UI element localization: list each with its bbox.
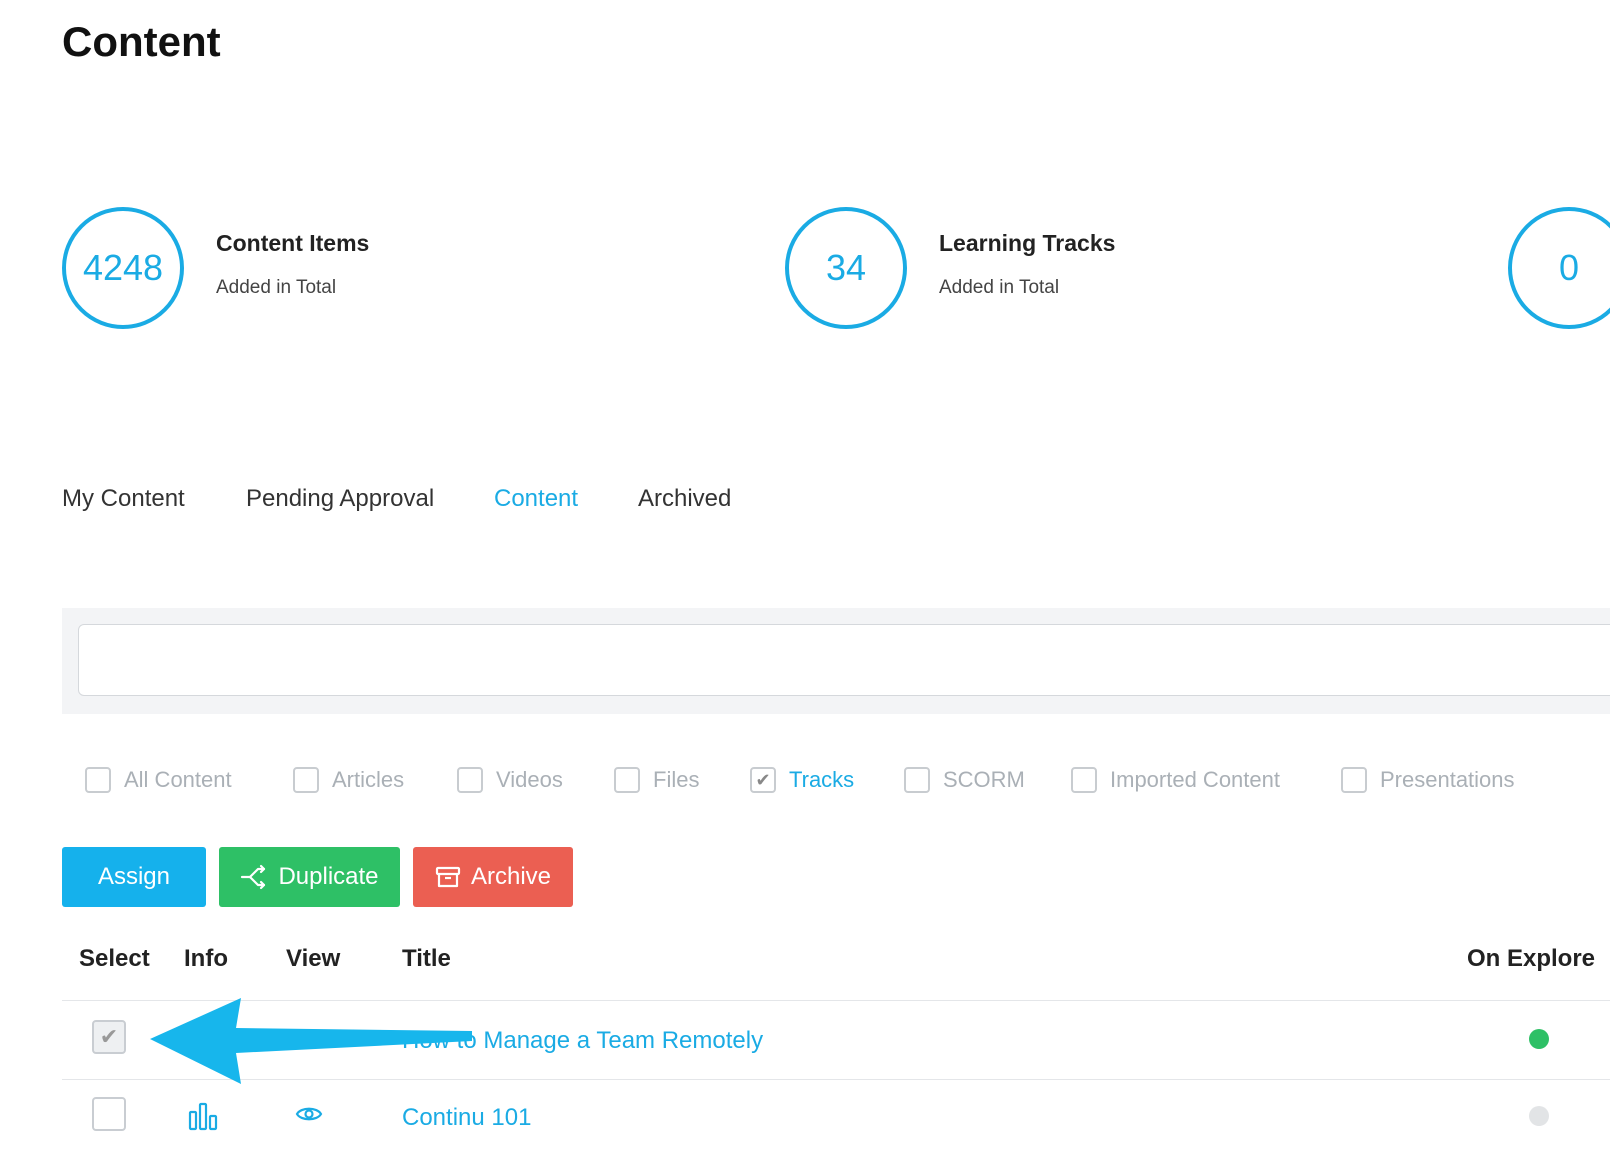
learning-tracks-title: Learning Tracks (939, 230, 1116, 256)
tab-content[interactable]: Content (494, 485, 578, 513)
learning-tracks-count: 34 (785, 207, 907, 329)
filter-checkbox[interactable] (293, 767, 319, 793)
archive-icon (435, 866, 461, 888)
assign-button[interactable]: Assign (62, 847, 206, 907)
filter-checkbox[interactable]: ✔ (750, 767, 776, 793)
filter-checkbox[interactable] (614, 767, 640, 793)
filter-articles[interactable]: Articles (293, 767, 404, 793)
content-items-subtitle: Added in Total (216, 277, 337, 298)
filter-label: Tracks (789, 767, 855, 792)
filter-checkbox[interactable] (1071, 767, 1097, 793)
filter-checkbox[interactable] (457, 767, 483, 793)
column-header-select: Select (79, 945, 150, 972)
filter-label: Articles (332, 767, 405, 792)
filter-checkbox[interactable] (1341, 767, 1367, 793)
column-header-info: Info (184, 945, 228, 972)
page-title: Content (62, 18, 221, 65)
filter-label: Presentations (1380, 767, 1515, 792)
row-select-checkbox[interactable]: ✔ (92, 1020, 126, 1054)
table-row: Continu 101 (62, 1080, 1610, 1156)
content-items-count: 4248 (62, 207, 184, 329)
filter-scorm[interactable]: SCORM (904, 767, 1025, 793)
tab-pending-approval[interactable]: Pending Approval (246, 485, 434, 513)
filter-label: Imported Content (1110, 767, 1280, 792)
filter-checkbox[interactable] (904, 767, 930, 793)
search-input[interactable] (78, 624, 1610, 696)
duplicate-label: Duplicate (278, 863, 379, 890)
filter-imported-content[interactable]: Imported Content (1071, 767, 1280, 793)
filter-label: Videos (496, 767, 563, 792)
filter-all-content[interactable]: All Content (85, 767, 232, 793)
duplicate-button[interactable]: Duplicate (219, 847, 400, 907)
row-select-checkbox[interactable] (92, 1097, 126, 1131)
annotation-arrow-icon (150, 998, 472, 1084)
on-explore-status-dot (1529, 1029, 1549, 1049)
checkmark-icon: ✔ (99, 1024, 119, 1049)
tab-archived[interactable]: Archived (638, 485, 731, 513)
filter-checkbox[interactable] (85, 767, 111, 793)
column-header-on-explore: On Explore (1467, 945, 1596, 972)
assign-label: Assign (97, 863, 171, 890)
checkmark-icon: ✔ (755, 769, 771, 790)
filter-label: Files (653, 767, 700, 792)
tab-my-content[interactable]: My Content (62, 485, 185, 513)
filter-tracks[interactable]: ✔ Tracks (750, 767, 854, 793)
duplicate-icon (241, 864, 266, 890)
archive-label: Archive (470, 863, 552, 890)
filter-videos[interactable]: Videos (457, 767, 563, 793)
on-explore-status-dot (1529, 1106, 1549, 1126)
learning-tracks-subtitle: Added in Total (939, 277, 1060, 298)
row-title-link[interactable]: Continu 101 (402, 1104, 531, 1132)
content-items-title: Content Items (216, 230, 370, 256)
filter-label: All Content (124, 767, 232, 792)
filter-label: SCORM (943, 767, 1025, 792)
analytics-icon[interactable] (188, 1101, 218, 1131)
column-header-title: Title (402, 945, 451, 972)
filter-presentations[interactable]: Presentations (1341, 767, 1515, 793)
filter-files[interactable]: Files (614, 767, 699, 793)
search-panel (62, 608, 1610, 714)
archive-button[interactable]: Archive (413, 847, 573, 907)
view-eye-icon[interactable] (295, 1104, 323, 1124)
column-header-view: View (286, 945, 341, 972)
third-stat-count: 0 (1508, 207, 1610, 329)
